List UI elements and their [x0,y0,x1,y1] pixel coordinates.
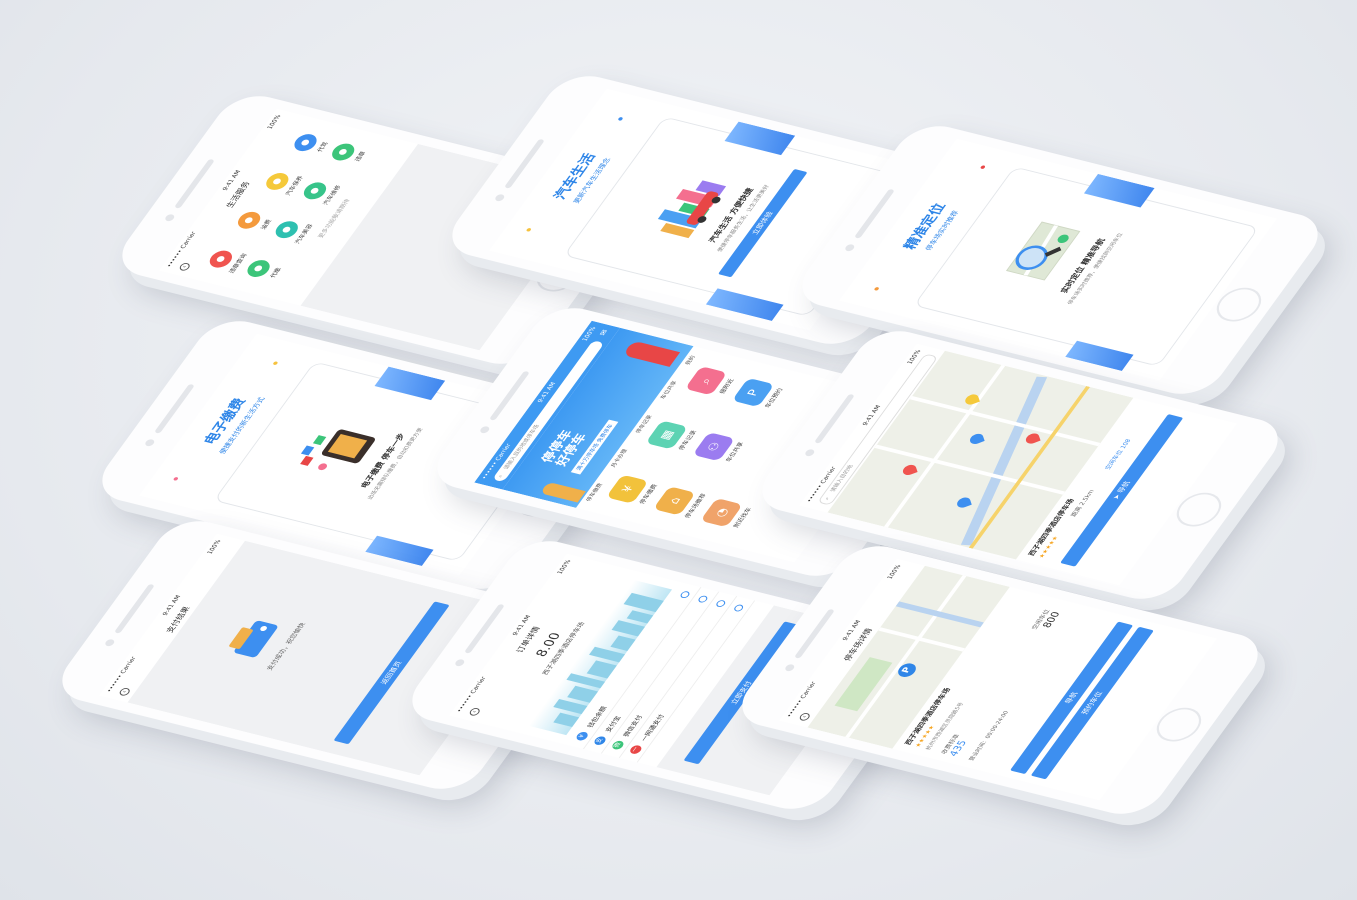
status-battery: 100% [580,326,598,342]
wechat-icon: 微 [610,739,626,751]
back-icon[interactable]: ‹ [117,687,132,697]
phone-camera [803,448,816,457]
back-icon[interactable]: ‹ [467,707,482,717]
banner-tower [539,481,586,503]
phone-camera [453,658,466,667]
phone-camera [163,213,176,222]
message-icon[interactable]: ✉ [597,329,609,337]
parking-pin-icon[interactable] [955,495,972,510]
phone-camera [103,638,116,647]
decor-dot [272,361,279,366]
mockup-stage: •••••• Carrier 9:41 AM 100% ‹ 生活服务 ● 违章查询… [0,0,1357,900]
search-icon: ⌕ [497,474,505,479]
phone-camera [783,663,796,672]
phone-camera [143,438,156,447]
phone-camera [843,243,856,252]
wallet-icon: ¥ [574,731,590,742]
radio-button[interactable] [732,603,745,613]
radio-button[interactable] [714,599,727,608]
alipay-icon: 支 [592,735,608,746]
back-icon[interactable]: ‹ [797,712,812,722]
parking-pin-icon[interactable] [968,432,985,446]
back-icon[interactable]: ‹ [177,262,192,272]
radio-button[interactable] [678,590,692,599]
business-hours: 营业时间：00:00-24:00 [968,710,1011,762]
parking-pin-icon[interactable] [1024,431,1041,446]
phone-camera [478,425,491,434]
search-icon: ⌕ [823,496,832,501]
banner-tower [622,340,681,367]
radio-button[interactable] [696,594,710,604]
bank-card-icon: 一 [628,744,644,755]
phone-camera [493,193,506,202]
reserve-spot-button[interactable]: 预约车位 [1030,626,1154,780]
navigate-button[interactable]: 导航 [1009,621,1134,775]
parking-pin-icon[interactable] [963,392,980,407]
parking-pin-icon[interactable] [901,463,918,477]
